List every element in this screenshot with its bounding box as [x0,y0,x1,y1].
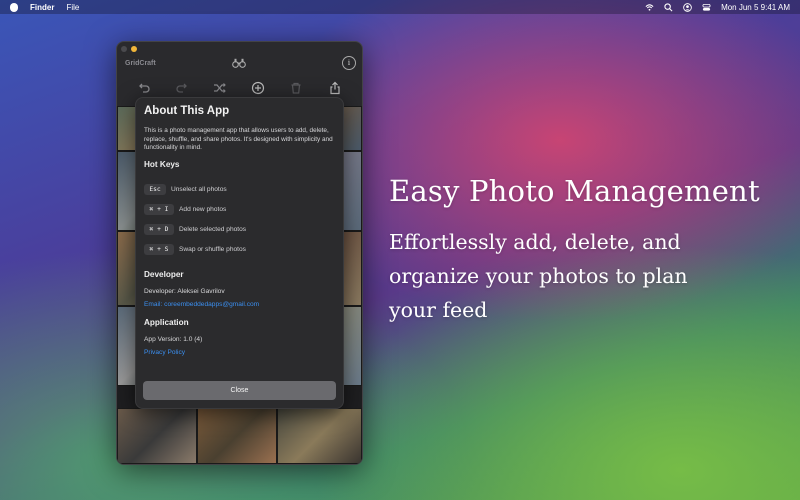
add-icon[interactable] [251,81,265,95]
window-controls [121,46,137,52]
apple-icon[interactable] [10,2,18,12]
hotkey-add-desc: Add new photos [179,206,227,213]
hotkey-delete-key: ⌘ + D [144,224,174,235]
toolbar [117,78,362,98]
photo-tile[interactable] [197,408,277,464]
developer-heading: Developer [144,270,184,279]
menu-file[interactable]: File [66,3,79,12]
close-button[interactable]: Close [143,381,336,400]
user-icon[interactable] [683,2,692,12]
developer-email-link[interactable]: Email: coreembeddedapps@gmail.com [144,301,259,308]
menu-bar: Finder File Mon Jun 5 9:41 AM [0,0,800,14]
control-center-icon[interactable] [702,3,711,12]
marketing-subline-2: organize your photos to plan [389,264,688,288]
hotkey-esc-desc: Unselect all photos [171,186,227,193]
hotkey-swap-desc: Swap or shuffle photos [179,246,246,253]
redo-icon[interactable] [175,81,189,95]
window-title: GridCraft [125,60,156,67]
about-title: About This App [144,105,230,117]
info-icon[interactable]: i [342,56,356,70]
photo-tile[interactable] [117,408,197,464]
marketing-headline: Easy Photo Management [389,174,760,208]
marketing-subline-1: Effortlessly add, delete, and [389,230,681,254]
trash-icon[interactable] [289,81,303,95]
privacy-policy-link[interactable]: Privacy Policy [144,349,185,356]
binoculars-icon[interactable] [232,58,246,68]
wifi-icon[interactable] [645,3,654,12]
undo-icon[interactable] [137,81,151,95]
marketing-subline-3: your feed [389,298,488,322]
developer-name: Developer: Aleksei Gavrilov [144,288,225,295]
about-description: This is a photo management app that allo… [144,127,333,152]
menu-app-name[interactable]: Finder [30,3,54,12]
photo-tile[interactable] [277,408,362,464]
marketing-subline: Effortlessly add, delete, and organize y… [389,225,749,327]
application-heading: Application [144,318,189,327]
hotkeys-heading: Hot Keys [144,160,180,169]
minimize-window-button[interactable] [131,46,137,52]
app-version: App Version: 1.0 (4) [144,336,203,343]
hotkey-swap-key: ⌘ + S [144,244,174,255]
hotkey-delete-desc: Delete selected photos [179,226,247,233]
hotkey-add-key: ⌘ + I [144,204,174,215]
shuffle-icon[interactable] [213,81,227,95]
about-dialog: About This App This is a photo managemen… [135,97,344,409]
menu-datetime[interactable]: Mon Jun 5 9:41 AM [721,3,790,12]
close-window-button[interactable] [121,46,127,52]
search-icon[interactable] [664,2,673,12]
hotkey-esc-key: Esc [144,184,166,195]
share-icon[interactable] [328,81,342,95]
